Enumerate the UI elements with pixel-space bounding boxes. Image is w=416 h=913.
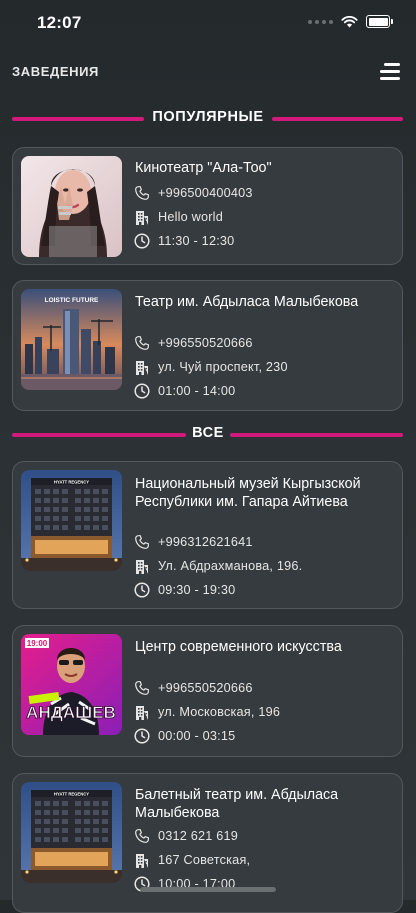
poster-name: АНДАШЕВ <box>26 703 116 722</box>
venue-card[interactable]: 19:00 АНДАШЕВ Центр современного искусст… <box>12 625 403 757</box>
hotel-sign: HYATT REGENCY <box>54 792 89 797</box>
status-time: 12:07 <box>37 13 82 32</box>
page-title: ЗАВЕДЕНИЯ <box>12 64 99 79</box>
clock-icon <box>133 727 151 745</box>
app-header: ЗАВЕДЕНИЯ <box>0 58 416 86</box>
venue-hours: 11:30 - 12:30 <box>158 234 235 248</box>
wifi-icon <box>341 15 358 27</box>
venue-name: Национальный музей Кыргызской Республики… <box>135 476 361 510</box>
venue-phone-row[interactable]: +996312621641 <box>133 532 253 552</box>
menu-icon <box>384 63 400 66</box>
venue-address-row: 167 Советская, <box>133 850 250 870</box>
poster-title: LOISTIC FUTURE <box>45 297 99 304</box>
phone-icon <box>133 679 151 697</box>
menu-button[interactable] <box>380 62 400 80</box>
building-icon <box>133 851 151 869</box>
poster-time: 19:00 <box>27 639 48 648</box>
building-icon <box>133 208 151 226</box>
venue-hours: 00:00 - 03:15 <box>158 729 236 743</box>
section-title-popular: ПОПУЛЯРНЫЕ <box>152 109 264 125</box>
venue-hours-row: 11:30 - 12:30 <box>133 231 234 251</box>
hotel-sign: HYATT REGENCY <box>54 480 89 485</box>
status-bar: 12:07 <box>0 0 416 46</box>
clock-icon <box>133 581 151 599</box>
venue-phone: 0312 621 619 <box>158 829 239 843</box>
section-title-all: ВСЕ <box>192 425 224 441</box>
venue-phone-row[interactable]: +996550520666 <box>133 333 253 353</box>
venue-name: Центр современного искусства <box>135 639 342 655</box>
venue-image: LOISTIC FUTURE <box>21 289 122 390</box>
section-divider-all: ВСЕ <box>0 423 416 445</box>
venue-hours-row: 00:00 - 03:15 <box>133 726 235 746</box>
venue-phone-row[interactable]: +996500400403 <box>133 183 253 203</box>
venue-phone: +996550520666 <box>158 681 253 695</box>
signal-icon <box>308 19 333 24</box>
venue-address: ул. Московская, 196 <box>158 705 281 719</box>
building-icon <box>133 703 151 721</box>
venue-address-row: Ул. Абдрахманова, 196. <box>133 556 302 576</box>
venue-phone-row[interactable]: 0312 621 619 <box>133 826 238 846</box>
venue-phone-row[interactable]: +996550520666 <box>133 678 253 698</box>
venue-phone: +996312621641 <box>158 535 253 549</box>
phone-icon <box>133 184 151 202</box>
venue-card[interactable]: LOISTIC FUTURE Театр им. Абдыласа Малыбе… <box>12 280 403 411</box>
building-icon <box>133 358 151 376</box>
venue-address-row: ул. Московская, 196 <box>133 702 280 722</box>
venue-address-row: ул. Чуй проспект, 230 <box>133 357 288 377</box>
venue-name: Кинотеатр "Ала-Тоо" <box>135 160 272 176</box>
building-icon <box>133 557 151 575</box>
home-indicator[interactable] <box>140 887 276 892</box>
venue-image: HYATT REGENCY <box>21 470 122 571</box>
venue-name: Театр им. Абдыласа Малыбекова <box>135 294 359 310</box>
venue-phone: +996500400403 <box>158 186 253 200</box>
clock-icon <box>133 382 151 400</box>
venue-card[interactable]: Кинотеатр "Ала-Тоо" +996500400403 Hello … <box>12 147 403 265</box>
phone-icon <box>133 334 151 352</box>
section-divider-popular: ПОПУЛЯРНЫЕ <box>0 107 416 129</box>
venue-address-row: Hello world <box>133 207 223 227</box>
venue-hours-row: 09:30 - 19:30 <box>133 580 235 600</box>
venue-card[interactable]: HYATT REGENCY Национальный музей Кыргызс… <box>12 461 403 609</box>
venue-hours: 09:30 - 19:30 <box>158 583 236 597</box>
clock-icon <box>133 232 151 250</box>
venue-address: Hello world <box>158 210 223 224</box>
venue-image: 19:00 АНДАШЕВ <box>21 634 122 735</box>
phone-icon <box>133 827 151 845</box>
venue-address: ул. Чуй проспект, 230 <box>158 360 288 374</box>
venue-image <box>21 156 122 257</box>
venue-hours-row: 01:00 - 14:00 <box>133 381 235 401</box>
venue-hours: 01:00 - 14:00 <box>158 384 236 398</box>
phone-icon <box>133 533 151 551</box>
status-icons <box>308 15 393 28</box>
battery-icon <box>366 15 393 28</box>
venue-address: 167 Советская, <box>158 853 251 867</box>
venue-image: HYATT REGENCY <box>21 782 122 883</box>
venue-phone: +996550520666 <box>158 336 253 350</box>
venue-name: Балетный театр им. Абдыласа Малыбекова <box>135 787 339 821</box>
venue-address: Ул. Абдрахманова, 196. <box>158 559 303 573</box>
venue-card[interactable]: HYATT REGENCY Балетный театр им. Абдылас… <box>12 773 403 913</box>
